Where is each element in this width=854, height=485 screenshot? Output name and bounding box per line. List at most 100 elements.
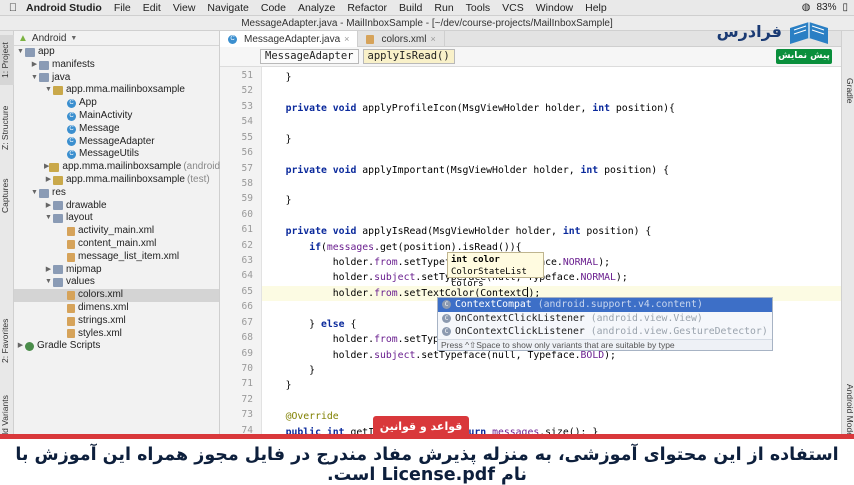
tree-item[interactable]: C MessageAdapter <box>14 136 219 149</box>
editor-tab[interactable]: C MessageAdapter.java × <box>220 31 359 47</box>
menu-item-navigate[interactable]: Navigate <box>207 2 248 14</box>
license-notice-text: استفاده از این محتوای آموزشی، به منزله پ… <box>15 445 839 485</box>
menu-item-refactor[interactable]: Refactor <box>347 2 387 14</box>
tree-item-label: manifests <box>52 58 95 70</box>
collapse-arrow-icon[interactable]: ▶ <box>30 59 39 72</box>
expand-arrow-icon[interactable]: ▼ <box>30 72 39 85</box>
code-token: position){ <box>615 102 675 114</box>
code-token: position) { <box>604 164 669 176</box>
completion-item[interactable]: C OnContextClickListener (android.view.Vie… <box>438 312 772 326</box>
expand-arrow-icon[interactable]: ▼ <box>30 187 39 200</box>
package-icon <box>49 163 60 173</box>
tree-item[interactable]: colors.xml <box>14 289 219 302</box>
menu-item-file[interactable]: File <box>114 2 131 14</box>
editor-tab[interactable]: colors.xml × <box>358 31 445 47</box>
code-token: holder. <box>262 257 375 269</box>
app-menu[interactable]: Android Studio <box>26 2 102 14</box>
structure-tool-tab[interactable]: Z: Structure <box>0 93 14 163</box>
menu-item-view[interactable]: View <box>173 2 196 14</box>
collapse-arrow-icon[interactable]: ▶ <box>44 200 53 213</box>
line-number: 71 <box>241 378 253 390</box>
tree-item-label: res <box>52 186 66 198</box>
folder-icon <box>53 265 63 275</box>
line-number: 61 <box>241 224 253 236</box>
close-icon[interactable]: × <box>344 34 349 44</box>
collapse-arrow-icon[interactable]: ▶ <box>44 264 53 277</box>
tree-item[interactable]: ▶ drawable <box>14 200 219 213</box>
battery-label[interactable]: 83% <box>816 2 836 13</box>
tree-item[interactable]: ▼ values <box>14 276 219 289</box>
collapse-arrow-icon[interactable]: ▶ <box>44 174 53 187</box>
wifi-icon[interactable]: ◍ <box>802 2 811 13</box>
expand-arrow-icon[interactable]: ▼ <box>44 276 53 289</box>
code-completion-popup: C ContextCompat (android.support.v4.conten… <box>437 297 773 351</box>
tree-item[interactable]: ▼ java <box>14 72 219 85</box>
expand-arrow-icon[interactable]: ▼ <box>16 46 25 59</box>
apple-icon[interactable]:  <box>0 2 26 14</box>
code-line: private void applyIsRead(MsgViewHolder h… <box>262 224 652 239</box>
tree-item[interactable]: content_main.xml <box>14 238 219 251</box>
tree-item-label: colors.xml <box>78 289 124 301</box>
breadcrumb-item[interactable]: applyIsRead() <box>362 49 455 64</box>
preview-badge: پیش نمایش <box>776 49 832 64</box>
menu-item-window[interactable]: Window <box>536 2 573 14</box>
completion-item[interactable]: C ContextCompat (android.support.v4.conten… <box>438 298 772 312</box>
code-token: private void <box>285 164 363 176</box>
tree-item[interactable]: styles.xml <box>14 328 219 341</box>
tree-item[interactable]: dimens.xml <box>14 302 219 315</box>
tree-item[interactable]: ▼ layout <box>14 212 219 225</box>
menu-item-edit[interactable]: Edit <box>143 2 161 14</box>
folder-icon <box>39 73 49 83</box>
expand-arrow-icon[interactable]: ▼ <box>44 84 53 97</box>
menu-item-vcs[interactable]: VCS <box>502 2 524 14</box>
project-view-selector[interactable]: ▲ Android ▼ <box>14 31 219 46</box>
menu-item-run[interactable]: Run <box>434 2 453 14</box>
folder-icon <box>53 201 63 211</box>
menu-item-analyze[interactable]: Analyze <box>298 2 335 14</box>
tree-item[interactable]: C Message <box>14 123 219 136</box>
tree-item[interactable]: message_list_item.xml <box>14 251 219 264</box>
expand-arrow-icon[interactable]: ▼ <box>44 212 53 225</box>
code-token: } <box>262 195 292 207</box>
tree-item[interactable]: ▼ app.mma.mailinboxsample <box>14 84 219 97</box>
gradle-icon <box>25 342 34 352</box>
menu-items: File Edit View Navigate Code Analyze Refactor B… <box>114 2 619 14</box>
tree-item[interactable]: ▼ res <box>14 187 219 200</box>
tree-item-label: layout <box>66 212 93 224</box>
tree-item[interactable]: ▼ app <box>14 46 219 59</box>
captures-tool-tab[interactable]: Captures <box>0 171 14 221</box>
gradle-tool-tab[interactable]: Gradle <box>842 71 854 111</box>
class-icon: C <box>228 34 237 44</box>
close-icon[interactable]: × <box>430 34 435 44</box>
tree-item[interactable]: C App <box>14 97 219 110</box>
tree-item[interactable]: ▶ mipmap <box>14 264 219 277</box>
code-line: } <box>262 363 315 378</box>
menu-item-build[interactable]: Build <box>399 2 422 14</box>
menu-item-tools[interactable]: Tools <box>466 2 491 14</box>
code-token: ); <box>615 272 628 284</box>
tree-item[interactable]: ▶ manifests <box>14 59 219 72</box>
breadcrumb-item[interactable]: MessageAdapter <box>260 49 359 64</box>
code-editor[interactable]: } private void applyProfileIcon(MsgViewH… <box>262 67 841 480</box>
tree-item[interactable]: ▶ app.mma.mailinboxsample (android <box>14 161 220 174</box>
tree-item[interactable]: C MainActivity <box>14 110 219 123</box>
tree-item[interactable]: C MessageUtils <box>14 148 219 161</box>
favorites-tool-tab[interactable]: 2: Favorites <box>0 311 14 371</box>
line-number: 70 <box>241 362 253 374</box>
tree-item[interactable]: ▶ app.mma.mailinboxsample (test) <box>14 174 219 187</box>
code-line: private void applyProfileIcon(MsgViewHol… <box>262 101 675 116</box>
tree-item-label: values <box>66 276 95 288</box>
tree-item-label: message_list_item.xml <box>78 250 180 262</box>
tree-item[interactable]: strings.xml <box>14 315 219 328</box>
project-tool-tab[interactable]: 1: Project <box>0 35 14 85</box>
tree-item[interactable]: activity_main.xml <box>14 225 219 238</box>
code-token: holder. <box>262 349 375 361</box>
tree-item-label: MessageUtils <box>79 148 140 160</box>
collapse-arrow-icon[interactable]: ▶ <box>16 340 25 353</box>
completion-item[interactable]: C OnContextClickListener (android.view.Ges… <box>438 325 772 339</box>
menu-item-code[interactable]: Code <box>261 2 286 14</box>
tree-item[interactable]: ▶ Gradle Scripts <box>14 340 219 353</box>
menu-item-help[interactable]: Help <box>585 2 607 14</box>
